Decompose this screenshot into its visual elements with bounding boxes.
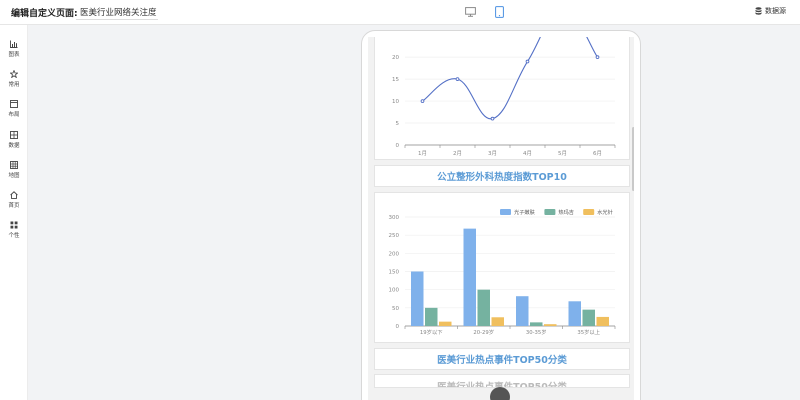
y-tick-label: 15 [392, 77, 399, 83]
tablet-icon [494, 6, 504, 18]
grid-icon [10, 161, 18, 169]
top-bar: 编辑自定义页面: 数据源 [0, 0, 800, 25]
x-tick-label: 19岁以下 [420, 328, 443, 336]
line-chart-panel[interactable]: 0 5 10 15 20 25 1月 2月 3月 4月 5月 6月 [374, 37, 630, 160]
y-tick-label: 25 [392, 37, 399, 39]
sidebar-item-label: 地图 [8, 173, 20, 179]
cut-off-title-panel[interactable]: 医美行业热点事件TOP50分类 [374, 374, 630, 388]
bar [439, 321, 452, 326]
page-name-input[interactable] [76, 4, 158, 20]
next-title-panel[interactable]: 医美行业热点事件TOP50分类 [374, 348, 630, 370]
y-tick-label: 50 [392, 306, 399, 312]
x-tick-label: 35岁以上 [577, 328, 600, 336]
sidebar-item-common[interactable]: 常用 [0, 70, 28, 92]
sidebar-item-label: 个性 [8, 233, 20, 239]
legend-swatch [544, 209, 556, 215]
y-tick-label: 5 [396, 121, 400, 127]
data-point [525, 59, 530, 64]
legend-label: 热玛吉 [558, 208, 574, 216]
x-tick-label: 20-29岁 [473, 328, 494, 336]
table-icon [10, 131, 18, 139]
x-tick-label: 6月 [593, 150, 602, 157]
x-tick-label: 3月 [488, 150, 497, 157]
bar [463, 228, 476, 326]
legend-swatch [583, 209, 595, 215]
sidebar-item-charts[interactable]: 图表 [0, 40, 28, 62]
y-tick-label: 20 [392, 55, 399, 61]
legend-swatch [500, 209, 511, 215]
bar [582, 309, 595, 326]
y-tick-label: 0 [396, 324, 400, 330]
tablet-home-button[interactable] [490, 387, 510, 400]
desktop-view-button[interactable] [462, 4, 478, 20]
sidebar-item-custom[interactable]: 个性 [0, 221, 28, 243]
bar-chart-title-panel[interactable]: 公立整形外科热度指数TOP10 [374, 165, 630, 187]
bar [544, 324, 557, 326]
tablet-preview-frame: 0 5 10 15 20 25 1月 2月 3月 4月 5月 6月 公立整形外科热度指数TOP10 0… [361, 30, 641, 400]
datasource-label: 数据源 [765, 7, 786, 15]
y-tick-label: 150 [389, 270, 400, 276]
bar [411, 271, 424, 326]
x-tick-label: 30-35岁 [526, 328, 547, 336]
y-tick-label: 300 [389, 215, 400, 221]
data-point [420, 99, 425, 103]
data-point [595, 55, 600, 59]
sidebar-item-layout[interactable]: 布局 [0, 100, 28, 122]
bar [516, 296, 529, 326]
sidebar-item-label: 首页 [8, 203, 20, 209]
data-point [455, 77, 460, 81]
sidebar-item-label: 图表 [8, 52, 20, 58]
next-panel-title: 医美行业热点事件TOP50分类 [437, 355, 567, 366]
bar-chart-title: 公立整形外科热度指数TOP10 [437, 172, 567, 183]
sidebar-item-label: 数据 [8, 143, 20, 149]
y-tick-label: 0 [396, 143, 400, 149]
line-series [422, 37, 598, 120]
apps-icon [10, 221, 18, 229]
bar [477, 289, 490, 326]
legend-label: 光子嫩肤 [514, 208, 536, 216]
sidebar-item-label: 布局 [8, 112, 20, 118]
bar-chart: 0 50 100 150 200 250 300 19岁以下 20-29岁 30-35岁 35岁以上… [389, 208, 616, 336]
layout-icon [10, 100, 18, 108]
bar [491, 317, 504, 326]
database-icon [755, 7, 762, 15]
component-sidebar: 图表 常用 布局 数据 地图 首页 个性 [0, 25, 28, 400]
sidebar-item-label: 常用 [8, 82, 20, 88]
data-point [490, 116, 495, 121]
y-tick-label: 10 [392, 99, 399, 105]
x-tick-label: 5月 [558, 150, 567, 157]
bar-chart-panel[interactable]: 0 50 100 150 200 250 300 19岁以下 20-29岁 30-35岁 35岁以上… [374, 192, 630, 343]
page-label: 编辑自定义页面: [11, 9, 78, 19]
sidebar-item-map[interactable]: 地图 [0, 161, 28, 183]
bar [596, 316, 609, 326]
bar [530, 322, 543, 326]
line-chart: 0 5 10 15 20 25 1月 2月 3月 4月 5月 6月 [392, 37, 616, 157]
preview-screen[interactable]: 0 5 10 15 20 25 1月 2月 3月 4月 5月 6月 公立整形外科热度指数TOP10 0… [368, 37, 634, 400]
star-icon [10, 70, 18, 78]
x-tick-label: 4月 [523, 150, 532, 157]
y-tick-label: 200 [389, 251, 400, 257]
preview-scrollbar[interactable] [632, 127, 634, 191]
legend-label: 水光针 [597, 208, 613, 216]
monitor-icon [464, 7, 476, 17]
y-tick-label: 100 [389, 288, 400, 294]
sidebar-item-home[interactable]: 首页 [0, 191, 28, 213]
home-icon [10, 191, 18, 199]
bar [568, 301, 581, 326]
bar-chart-icon [10, 40, 18, 48]
datasource-button[interactable]: 数据源 [755, 6, 786, 16]
x-tick-label: 1月 [418, 150, 427, 157]
y-tick-label: 250 [389, 233, 400, 239]
bar [425, 307, 438, 326]
x-tick-label: 2月 [453, 150, 462, 157]
sidebar-item-data[interactable]: 数据 [0, 131, 28, 153]
tablet-view-button[interactable] [491, 4, 507, 20]
